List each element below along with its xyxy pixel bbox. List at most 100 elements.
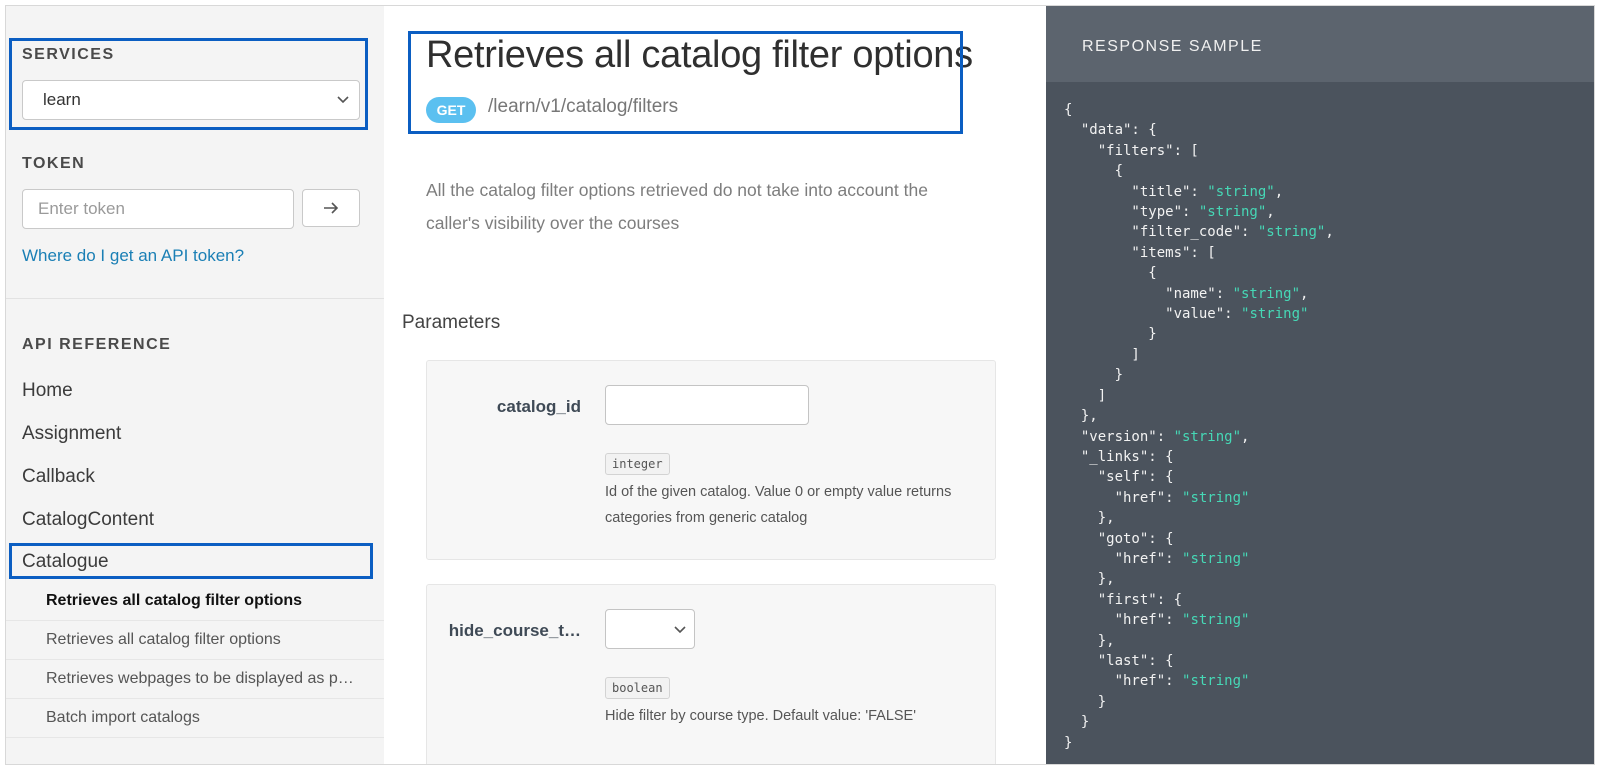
code-token: ] [1064,387,1107,404]
code-token: } [1064,734,1073,751]
code-line: { [1064,161,1334,181]
response-panel: RESPONSE SAMPLE { "data": { "filters": [… [1046,6,1594,764]
code-line: "items": [ [1064,243,1334,263]
code-line: "last": { [1064,651,1334,671]
code-string: "string" [1232,285,1301,302]
highlight-box-title [408,31,963,134]
param-card-catalog-id: catalog_id integer Id of the given catal… [426,360,996,560]
sidebar-item-catalogcontent[interactable]: CatalogContent [22,509,154,531]
chevron-down-icon [674,621,686,642]
token-placeholder: Enter token [38,199,125,218]
code-token: "href": [1064,489,1183,506]
highlight-box-catalogue [9,543,373,579]
code-token: , [1300,285,1309,302]
token-title: TOKEN [22,155,86,172]
code-line: "title": "string", [1064,182,1334,202]
code-line: "first": { [1064,590,1334,610]
token-input[interactable]: Enter token [22,189,294,229]
arrow-right-icon [322,202,340,231]
code-string: "string" [1241,306,1309,323]
code-string: "string" [1257,224,1326,241]
code-line: "goto": { [1064,529,1334,549]
code-string: "string" [1182,612,1250,629]
code-line: "_links": { [1064,447,1334,467]
code-line: "filter_code": "string", [1064,222,1334,242]
code-line: "value": "string" [1064,304,1334,324]
code-line: "href": "string" [1064,610,1334,630]
code-line: { [1064,263,1334,283]
code-token: , [1241,428,1250,445]
param-description: Hide filter by course type. Default valu… [605,708,916,724]
code-line: "href": "string" [1064,488,1334,508]
code-token: { [1064,163,1124,180]
parameters-title: Parameters [402,312,501,333]
code-token: "items": [ [1064,244,1216,261]
code-line: "data": { [1064,120,1334,140]
sidebar-subitem-batch-import[interactable]: Batch import catalogs [6,699,384,738]
response-header: RESPONSE SAMPLE [1046,6,1594,82]
code-line: }, [1064,631,1334,651]
code-token: "value": [1064,306,1242,323]
code-token: "first": { [1064,591,1183,608]
code-token: "type": [1064,204,1199,221]
code-token: ] [1064,346,1140,363]
code-line: "href": "string" [1064,671,1334,691]
code-token: } [1064,693,1107,710]
code-token: "name": [1064,285,1233,302]
code-string: "string" [1173,428,1242,445]
param-type-tag: integer [605,453,670,475]
code-line: "version": "string", [1064,427,1334,447]
code-token: }, [1064,571,1115,588]
api-reference-title: API REFERENCE [22,336,172,353]
code-token: { [1064,102,1073,118]
code-token: } [1064,714,1090,731]
code-token: , [1266,204,1275,221]
code-line: } [1064,365,1334,385]
code-string: "string" [1207,183,1275,200]
code-token: "_links": { [1064,448,1174,465]
highlight-box-services [9,38,368,130]
sidebar-item-callback[interactable]: Callback [22,466,95,488]
endpoint-description: All the catalog filter options retrieved… [426,180,928,233]
code-token: "href": [1064,550,1183,567]
code-line: ] [1064,386,1334,406]
param-card-hide-course-type: hide_course_t… boolean Hide filter by co… [426,584,996,764]
code-token: "filters": [ [1064,142,1199,159]
sidebar-item-assignment[interactable]: Assignment [22,423,121,445]
catalog-id-input[interactable] [605,385,809,425]
code-token: }, [1064,510,1115,527]
code-string: "string" [1198,204,1267,221]
param-name: catalog_id [496,397,581,416]
response-code-block: { "data": { "filters": [ { "title": "str… [1064,100,1334,753]
code-token: }, [1064,632,1115,649]
code-line: }, [1064,569,1334,589]
code-token: } [1064,326,1157,343]
code-line: }, [1064,406,1334,426]
code-line: ] [1064,345,1334,365]
sidebar-subitem-webpages[interactable]: Retrieves webpages to be displayed as p… [6,660,384,699]
code-line: } [1064,692,1334,712]
sidebar-subitem-filter-options-active[interactable]: Retrieves all catalog filter options [6,582,384,621]
code-token: "href": [1064,612,1183,629]
hide-course-type-select[interactable] [605,609,695,649]
code-token: , [1274,183,1284,200]
code-token: , [1325,224,1334,241]
code-line: "href": "string" [1064,549,1334,569]
code-line: } [1064,712,1334,732]
code-string: "string" [1182,489,1250,506]
sidebar-item-home[interactable]: Home [22,380,73,402]
response-title: RESPONSE SAMPLE [1082,38,1263,55]
code-token: "self": { [1064,469,1174,486]
sidebar-subitem-filter-options[interactable]: Retrieves all catalog filter options [6,621,384,660]
code-token: } [1064,367,1124,384]
sidebar-divider [6,298,384,299]
code-token: "filter_code": [1064,224,1258,241]
param-type-tag: boolean [605,677,670,699]
token-submit-button[interactable] [302,189,360,227]
code-token: "href": [1064,673,1183,690]
api-token-help-link[interactable]: Where do I get an API token? [22,246,244,266]
code-token: { [1064,265,1157,282]
code-string: "string" [1182,673,1250,690]
code-line: "name": "string", [1064,284,1334,304]
param-description: Id of the given catalog. Value 0 or empt… [605,484,952,526]
